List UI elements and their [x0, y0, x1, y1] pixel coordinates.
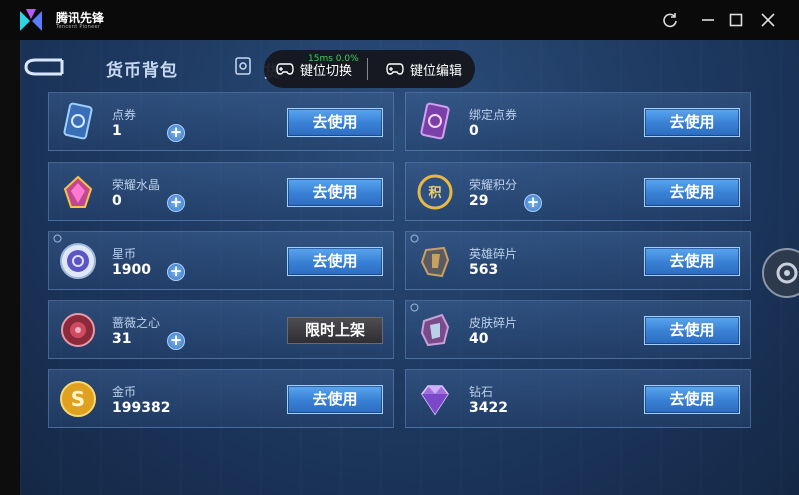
item-name: 绑定点券	[469, 108, 518, 122]
use-button[interactable]: 去使用	[644, 247, 740, 276]
app-subtitle: Tencent Pioneer	[56, 24, 101, 30]
currency-card-star-coin: 星币 1900 + 去使用	[48, 231, 394, 290]
app-logo-icon	[20, 9, 42, 31]
item-count: 3422	[469, 400, 508, 416]
gamepad-icon	[276, 63, 294, 75]
hero-fragment-icon	[420, 246, 450, 278]
item-count: 199382	[112, 400, 171, 416]
svg-text:积: 积	[428, 185, 441, 201]
key-edit-label: 键位编辑	[410, 63, 463, 79]
currency-card-glory-crystal: 荣耀水晶 0 + 去使用	[48, 162, 394, 221]
page-title: 货币背包	[106, 61, 178, 81]
item-count: 1900	[112, 262, 151, 278]
add-button[interactable]: +	[167, 124, 185, 142]
item-count: 29	[469, 193, 489, 209]
key-switch-button[interactable]: 键位切换	[276, 60, 353, 79]
key-edit-button[interactable]: 键位编辑	[386, 60, 463, 79]
item-name: 皮肤碎片	[469, 316, 518, 330]
glory-crystal-icon	[63, 175, 93, 208]
item-name: 荣耀积分	[469, 178, 518, 192]
tab-icon[interactable]	[234, 56, 252, 76]
item-count: 0	[469, 123, 479, 139]
item-count: 0	[112, 193, 122, 209]
gamepad-icon	[386, 63, 404, 75]
currency-card-gold-coin: S 金币 199382 去使用	[48, 369, 394, 428]
item-count: 40	[469, 331, 489, 347]
floating-menu-button[interactable]	[762, 248, 799, 298]
svg-text:S: S	[71, 387, 85, 411]
item-name: 金币	[112, 385, 137, 399]
star-coin-icon	[60, 243, 96, 279]
limited-time-label: 限时上架	[287, 317, 383, 344]
item-name: 蔷薇之心	[112, 316, 161, 330]
gold-coin-icon: S	[60, 381, 96, 417]
close-icon[interactable]	[758, 10, 778, 30]
item-count: 1	[112, 123, 122, 139]
currency-card-coupon: 点券 1 + 去使用	[48, 92, 394, 151]
item-name: 钻石	[469, 385, 494, 399]
add-button[interactable]: +	[524, 194, 542, 212]
item-name: 点券	[112, 108, 137, 122]
glory-points-icon: 积	[417, 174, 453, 210]
refresh-icon[interactable]	[660, 10, 680, 30]
item-name: 荣耀水晶	[112, 178, 161, 192]
add-button[interactable]: +	[167, 194, 185, 212]
currency-card-diamond: 钻石 3422 去使用	[405, 369, 751, 428]
currency-card-skin-fragment: 皮肤碎片 40 去使用	[405, 300, 751, 359]
use-button[interactable]: 去使用	[287, 108, 383, 137]
skin-fragment-icon	[420, 313, 450, 347]
currency-card-rose-heart: 蔷薇之心 31 + 限时上架	[48, 300, 394, 359]
currency-card-hero-fragment: 英雄碎片 563 去使用	[405, 231, 751, 290]
use-button[interactable]: 去使用	[644, 385, 740, 414]
rose-heart-icon	[61, 313, 95, 347]
game-viewport: 货币背包 货 15ms 0.0% 键位切换 键位编辑	[20, 40, 799, 495]
use-button[interactable]: 去使用	[287, 178, 383, 207]
use-button[interactable]: 去使用	[644, 316, 740, 345]
coupon-card-icon	[63, 102, 93, 140]
use-button[interactable]: 去使用	[287, 385, 383, 414]
maximize-icon[interactable]	[726, 10, 746, 30]
use-button[interactable]: 去使用	[644, 178, 740, 207]
currency-card-glory-points: 积 荣耀积分 29 + 去使用	[405, 162, 751, 221]
use-button[interactable]: 去使用	[644, 108, 740, 137]
item-name: 星币	[112, 247, 137, 261]
minimize-icon[interactable]	[698, 10, 718, 30]
gear-icon	[776, 262, 798, 284]
item-count: 31	[112, 331, 132, 347]
bound-coupon-card-icon	[420, 102, 450, 140]
window-titlebar: 腾讯先锋 Tencent Pioneer	[0, 0, 799, 40]
currency-card-bound-coupon: 绑定点券 0 去使用	[405, 92, 751, 151]
diamond-icon	[421, 385, 449, 416]
item-count: 563	[469, 262, 499, 278]
item-name: 英雄碎片	[469, 247, 518, 261]
overlay-divider	[367, 58, 368, 80]
add-button[interactable]: +	[167, 332, 185, 350]
key-mapping-overlay: 15ms 0.0% 键位切换 键位编辑	[264, 50, 475, 88]
back-arrow-icon[interactable]	[22, 54, 64, 78]
key-switch-label: 键位切换	[300, 63, 353, 79]
add-button[interactable]: +	[167, 263, 185, 281]
use-button[interactable]: 去使用	[287, 247, 383, 276]
